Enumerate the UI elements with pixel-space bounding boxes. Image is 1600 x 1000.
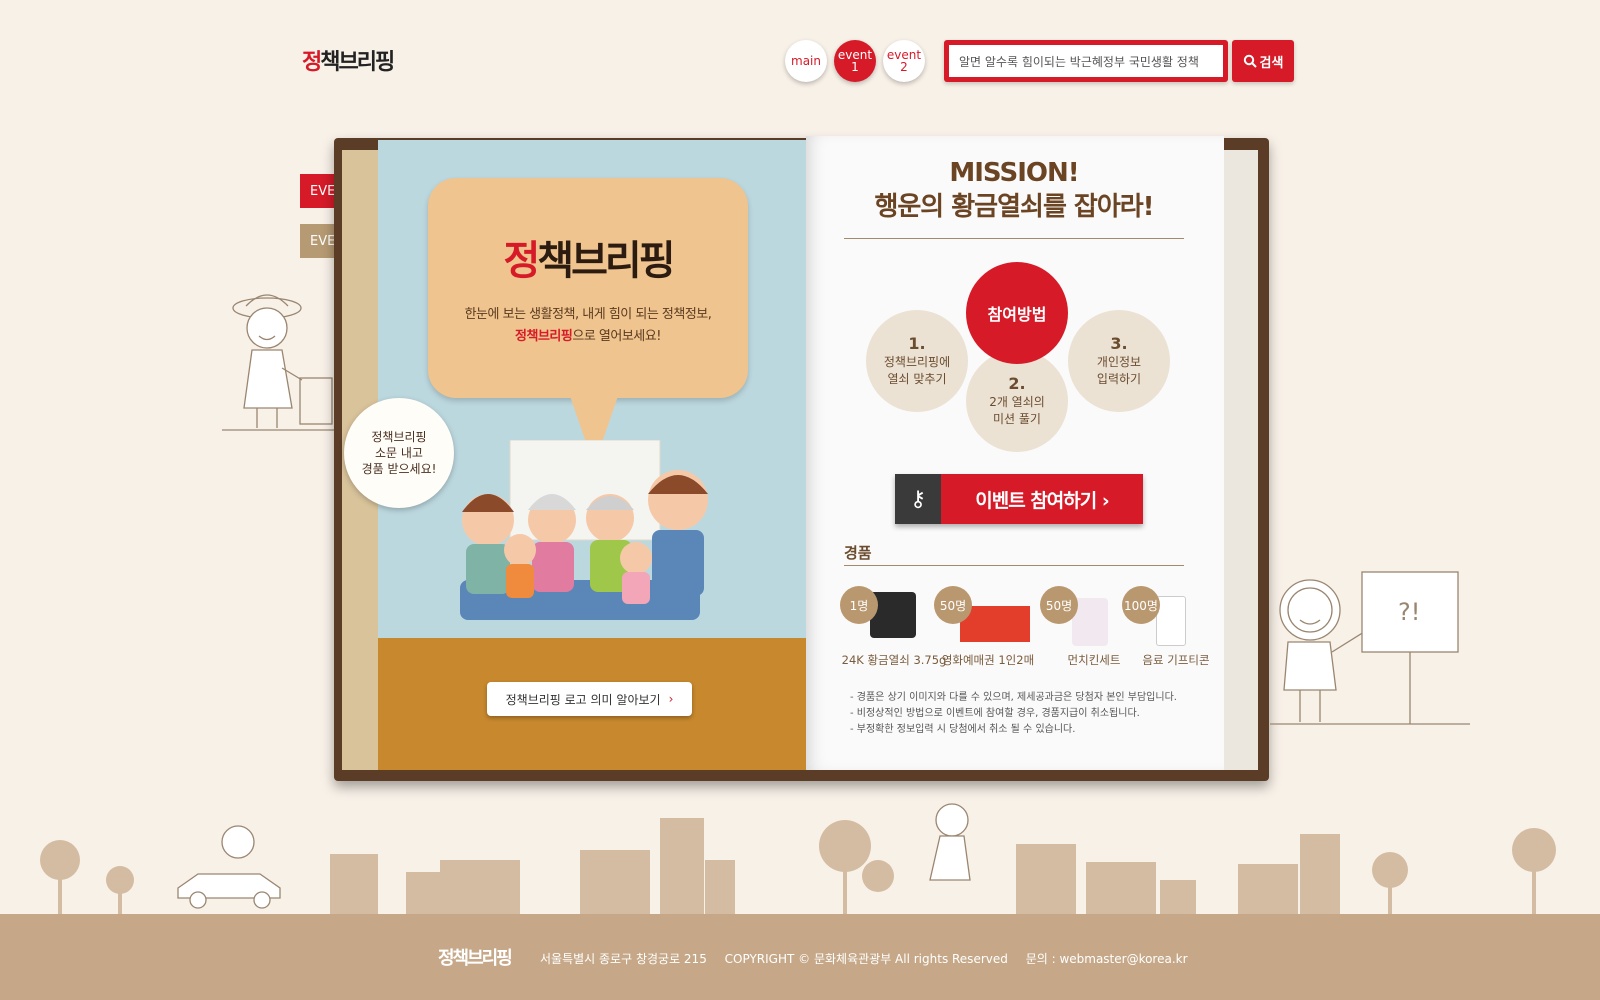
footer-contact[interactable]: 문의 : webmaster@korea.kr: [1026, 952, 1188, 966]
logo-meaning-button[interactable]: 정책브리핑 로고 의미 알아보기 ›: [487, 682, 692, 716]
prize-heading: 경품: [844, 544, 872, 562]
family-illustration: [460, 440, 708, 620]
search-input[interactable]: [949, 45, 1223, 77]
step-3: 3. 개인정보 입력하기: [1068, 310, 1170, 412]
girl-doodle: [222, 294, 342, 431]
bubble-description: 한눈에 보는 생활정책, 내게 힘이 되는 정책정보, 정책브리핑으로 열어보세…: [464, 307, 712, 344]
site-logo[interactable]: 정책브리핑: [302, 44, 395, 76]
speech-bubble: [428, 178, 748, 398]
bubble-logo: 정책브리핑: [503, 238, 675, 284]
page-stack: [1224, 150, 1258, 770]
share-bubble: 정책브리핑 소문 내고 경품 받으세요!: [344, 398, 454, 508]
right-page: [806, 136, 1224, 770]
chevron-right-icon: ›: [1101, 489, 1110, 512]
city-skyline: [40, 803, 1556, 914]
teacher-doodle: ?!: [1270, 571, 1470, 725]
nav-main[interactable]: main: [785, 40, 827, 82]
participation-method: 참여방법: [966, 262, 1068, 364]
prize-coffee: 100명 음료 기프티콘: [1122, 584, 1222, 674]
prize-gold-key: 1명 24K 황금열쇠 3.75g: [840, 584, 946, 674]
footer-logo: 정책브리핑: [438, 948, 513, 969]
mission-title: MISSION! 행운의 황금열쇠를 잡아라!: [874, 158, 1154, 222]
prize-notes: - 경품은 상기 이미지와 다를 수 있으며, 제세공과금은 당첨자 본인 부담…: [850, 692, 1177, 735]
nav-event-1[interactable]: event 1: [834, 40, 876, 82]
join-event-button[interactable]: ⚷ 이벤트 참여하기 ›: [895, 474, 1143, 524]
svg-text:?!: ?!: [1398, 598, 1420, 626]
coffee-cup-icon: [1156, 596, 1186, 646]
search-box: [944, 40, 1228, 82]
nav-event-2[interactable]: event 2: [883, 40, 925, 82]
key-icon: ⚷: [895, 474, 941, 524]
step-2: 2. 2개 열쇠의 미션 풀기: [966, 350, 1068, 452]
divider: [844, 565, 1184, 566]
prize-movie-ticket: 50명 영화예매권 1인2매: [934, 584, 1034, 674]
footer-info: 서울특별시 종로구 창경궁로 215 COPYRIGHT © 문화체육관광부 A…: [540, 952, 1188, 966]
step-1: 1. 정책브리핑에 열쇠 맞추기: [866, 310, 968, 412]
divider: [844, 238, 1184, 239]
search-icon: [1243, 54, 1257, 68]
chevron-right-icon: ›: [668, 692, 674, 706]
search-button[interactable]: 검색: [1232, 40, 1294, 82]
